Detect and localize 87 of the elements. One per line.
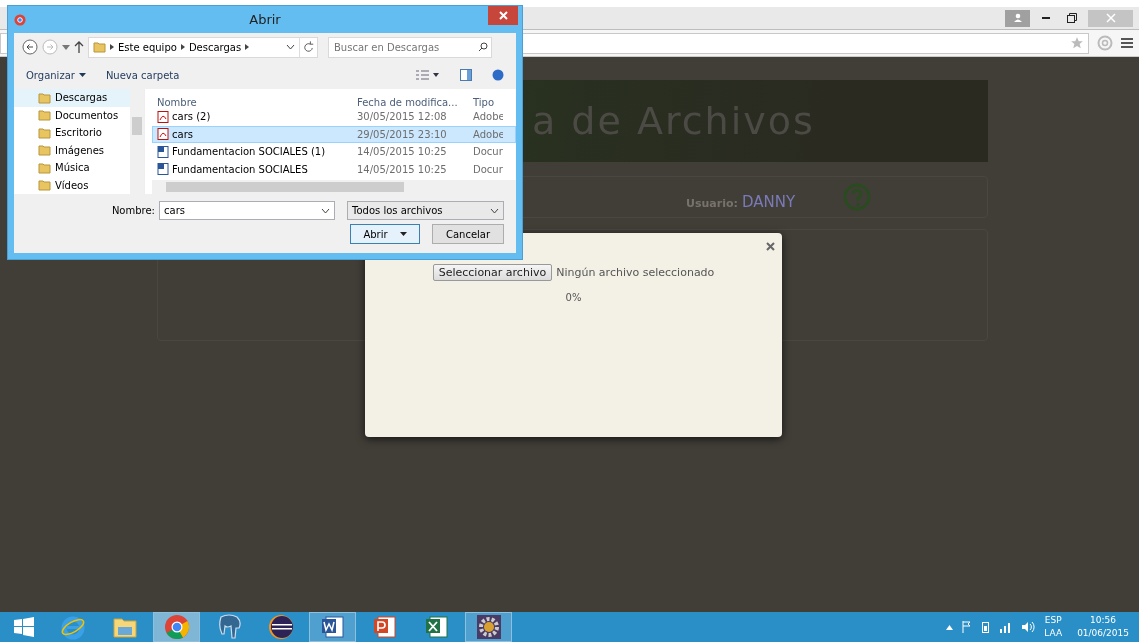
caret-down-icon [399,232,407,236]
file-date: 30/05/2015 12:08 [357,111,447,123]
powerpoint-icon [371,614,398,640]
filename-label: Nombre: [111,205,155,216]
chevron-down-icon [490,207,499,214]
signal-icon[interactable] [998,621,1013,633]
layout-text: LAA [1044,627,1063,640]
clock-time: 10:56 [1090,614,1117,627]
close-icon [498,11,508,20]
clock-date: 01/06/2015 [1077,627,1129,640]
nav-item[interactable]: Imágenes [14,141,130,159]
nav-item[interactable]: Vídeos [14,176,130,194]
word-icon [319,614,346,640]
pdf-file-icon [157,110,169,123]
cancel-button[interactable]: Cancelar [432,224,504,244]
open-button[interactable]: Abrir [350,224,420,244]
pdf-file-icon [157,128,169,141]
folder-icon [111,615,138,639]
chrome-icon [14,13,26,26]
taskbar-button[interactable] [309,612,356,642]
excel-icon [423,614,450,640]
progress-text: 0% [565,292,582,303]
browser-e-icon [59,614,86,640]
nav-item[interactable]: Documentos [14,106,130,124]
chevron-right-icon[interactable] [245,44,250,50]
word-file-icon [157,145,169,158]
caret-down-icon[interactable] [62,44,70,50]
clock[interactable]: 10:56 01/06/2015 [1077,614,1129,640]
chevron-right-icon[interactable] [180,44,185,50]
file-name: cars [172,128,193,140]
file-date: 14/05/2015 10:25 [357,163,447,175]
scrollbar[interactable] [152,180,516,194]
folder-icon [38,161,51,174]
nav-item[interactable]: Música [14,159,130,177]
file-date: 14/05/2015 10:25 [357,146,447,158]
folder-icon [38,109,51,122]
chevron-right-icon[interactable] [110,44,114,50]
chevron-down-icon [321,207,330,214]
file-status: Ningún archivo seleccionado [556,266,715,279]
file-name: cars (2) [172,111,211,123]
user-name: DANNY [741,193,796,211]
close-button[interactable] [488,6,518,25]
windows-start-icon[interactable] [14,617,34,637]
close-icon[interactable] [766,242,775,251]
file-name: Fundamentacion SOCIALES [172,163,308,175]
speaker-icon[interactable] [1021,621,1036,633]
breadcrumb-bar[interactable]: Este equipo Descargas [88,36,318,58]
organize-menu[interactable]: Organizar [26,69,86,81]
folder-icon [38,91,51,104]
chevron-down-icon [286,44,295,50]
up-arrow-icon[interactable] [74,41,84,53]
new-folder-button[interactable]: Nueva carpeta [105,69,180,81]
eclipse-icon [267,614,294,640]
folder-icon [38,126,51,139]
caret-down-icon [78,73,86,77]
column-header[interactable]: Tipo [468,97,504,108]
column-header[interactable]: Nombre [152,97,352,108]
file-date: 29/05/2015 23:10 [357,128,447,140]
nav-item[interactable]: Descargas [14,89,130,107]
battery-icon[interactable] [982,621,990,633]
chrome-icon [163,614,190,640]
breadcrumb-item[interactable]: Descargas [188,41,242,53]
caret-up-icon[interactable] [946,624,954,630]
language-text: ESP [1044,614,1062,627]
nav-item[interactable]: Escritorio [14,124,130,142]
word-file-icon [157,163,169,176]
folder-icon [38,179,51,192]
file-type-select[interactable]: Todos los archivos [347,201,504,220]
search-field[interactable]: Buscar en Descargas [328,36,492,58]
file-name: Fundamentacion SOCIALES (1) [172,146,326,158]
breadcrumb-item[interactable]: Este equipo [118,41,177,53]
folder-icon [93,41,106,53]
gear-icon [475,614,502,640]
extension-icon [1097,35,1113,51]
profile-icon[interactable] [1005,9,1030,27]
back-icon[interactable] [22,39,38,55]
taskbar-button[interactable] [465,612,512,642]
choose-file-button[interactable]: Seleccionar archivo [432,264,553,281]
view-list-icon[interactable] [416,70,440,80]
star-icon [1070,36,1084,50]
language-indicator[interactable]: ESP LAA [1044,614,1063,640]
menu-icon[interactable] [1121,37,1133,49]
column-header[interactable]: Fecha de modifica... [352,97,468,108]
preview-pane-icon[interactable] [460,69,472,81]
dialog-title: Abrir [248,12,282,27]
filename-field[interactable]: cars [159,201,335,220]
folder-icon [38,144,51,157]
